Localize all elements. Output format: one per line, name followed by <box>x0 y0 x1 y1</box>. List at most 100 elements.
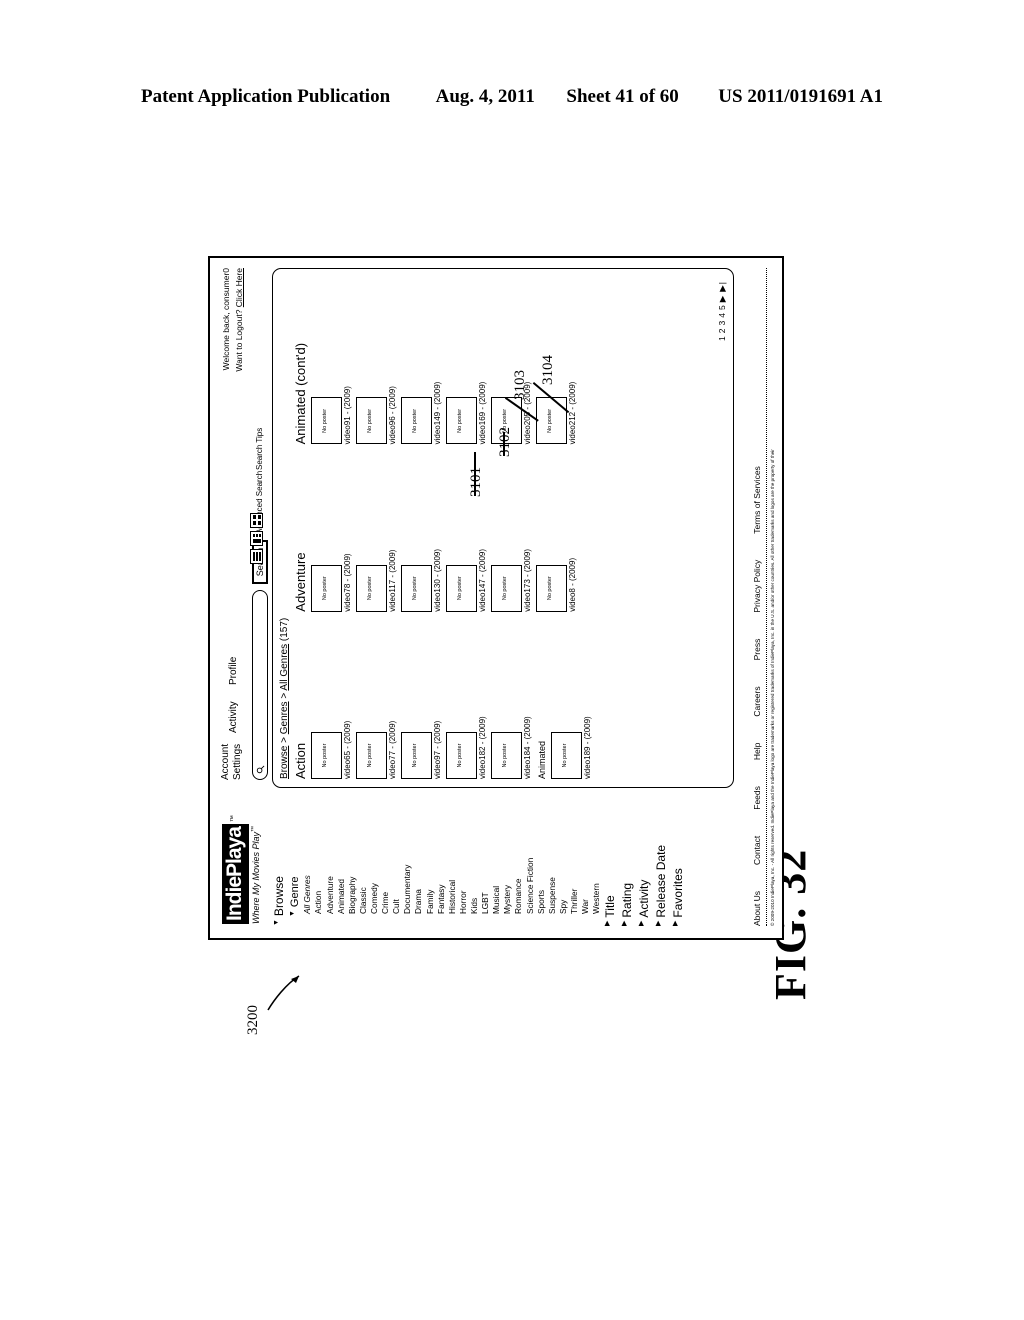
page-link-4[interactable]: 4 <box>717 312 727 318</box>
breadcrumb-all-genres[interactable]: All Genres <box>279 644 290 691</box>
video-title[interactable]: video77 - (2009) <box>388 618 397 779</box>
sidebar-genre-comedy[interactable]: Comedy <box>369 806 380 926</box>
video-poster[interactable]: No poster <box>491 564 523 612</box>
video-item[interactable]: No poster video96 - (2009) <box>356 283 397 445</box>
video-item[interactable]: No poster video173 - (2009) <box>491 450 532 612</box>
video-poster[interactable]: No poster <box>356 564 388 612</box>
last-page-button[interactable]: ▶| <box>717 281 727 292</box>
video-item[interactable]: No poster video182 - (2009) <box>446 618 487 779</box>
nav-profile[interactable]: Profile <box>228 657 239 685</box>
video-poster[interactable]: No poster <box>356 397 388 445</box>
video-title[interactable]: video130 - (2009) <box>433 450 442 612</box>
video-poster[interactable]: No poster <box>311 732 343 779</box>
sidebar-genre-adventure[interactable]: Adventure <box>325 806 336 926</box>
video-title[interactable]: video91 - (2009) <box>343 283 352 444</box>
video-poster[interactable]: No poster <box>446 397 478 445</box>
sidebar-genre-mystery[interactable]: Mystery <box>502 806 513 926</box>
page-link-1[interactable]: 1 <box>717 335 727 341</box>
video-item[interactable]: No poster video117 - (2009) <box>356 450 397 612</box>
sidebar-genre-romance[interactable]: Romance <box>513 806 524 926</box>
video-title[interactable]: video169 - (2009) <box>478 283 487 445</box>
video-poster[interactable]: No poster <box>551 732 583 779</box>
video-title[interactable]: video189 - (2009) <box>583 618 592 779</box>
video-poster[interactable]: No poster <box>401 732 433 779</box>
video-title[interactable]: video173 - (2009) <box>523 450 532 612</box>
list-view-icon[interactable] <box>250 549 263 564</box>
video-title[interactable]: video78 - (2009) <box>343 450 352 611</box>
video-item[interactable]: No poster video77 - (2009) <box>356 618 397 779</box>
sidebar-genre-sports[interactable]: Sports <box>536 806 547 926</box>
footer-link-press[interactable]: Press <box>752 639 762 661</box>
video-poster[interactable]: No poster <box>536 564 568 612</box>
sidebar-genre-documentary[interactable]: Documentary <box>402 806 413 926</box>
video-poster[interactable]: No poster <box>491 732 523 779</box>
footer-link-help[interactable]: Help <box>752 743 762 760</box>
page-link-5[interactable]: 5 <box>717 304 727 310</box>
video-title[interactable]: video97 - (2009) <box>433 618 442 779</box>
search-tips-link[interactable]: Search Tips <box>255 428 264 470</box>
video-item[interactable]: No poster video149 - (2009) <box>401 283 442 445</box>
footer-link-contact[interactable]: Contact <box>752 836 762 865</box>
video-poster[interactable]: No poster <box>356 732 388 779</box>
footer-link-terms-of-services[interactable]: Terms of Services <box>752 466 762 534</box>
video-title[interactable]: video182 - (2009) <box>478 618 487 779</box>
sidebar-section-activity[interactable]: ▶ Activity <box>637 806 653 926</box>
sidebar-section-title[interactable]: ▶ Title <box>603 806 619 926</box>
detail-view-icon[interactable] <box>250 531 263 546</box>
video-poster[interactable]: No poster <box>536 397 568 445</box>
footer-link-careers[interactable]: Careers <box>752 686 762 716</box>
video-item[interactable]: No poster video97 - (2009) <box>401 618 442 779</box>
video-poster[interactable]: No poster <box>401 397 433 445</box>
video-poster[interactable]: No poster <box>446 732 478 779</box>
video-title[interactable]: video117 - (2009) <box>388 450 397 612</box>
video-item[interactable]: No poster video91 - (2009) <box>311 283 352 445</box>
sidebar-genre-science-fiction[interactable]: Science Fiction <box>525 806 536 926</box>
video-title[interactable]: video184 - (2009) <box>523 618 532 779</box>
sidebar-genre-cult[interactable]: Cult <box>391 806 402 926</box>
video-title[interactable]: video96 - (2009) <box>388 283 397 444</box>
video-item[interactable]: No poster video78 - (2009) <box>311 450 352 612</box>
search-input[interactable] <box>252 590 268 780</box>
sidebar-genre-thriller[interactable]: Thriller <box>569 806 580 926</box>
video-poster[interactable]: No poster <box>311 564 343 612</box>
video-item[interactable]: No poster video189 - (2009) <box>551 618 592 779</box>
breadcrumb-genres[interactable]: Genres <box>279 701 290 734</box>
sidebar-browse[interactable]: ▼ Browse <box>272 806 288 926</box>
video-item[interactable]: No poster video8 - (2009) <box>536 450 577 612</box>
sidebar-genre-western[interactable]: Western <box>591 806 602 926</box>
video-title[interactable]: video65 - (2009) <box>343 618 352 779</box>
sidebar-genre-lgbt[interactable]: LGBT <box>480 806 491 926</box>
sidebar-genre-animated[interactable]: Animated <box>336 806 347 926</box>
logout-link[interactable]: Click Here <box>234 268 244 307</box>
next-page-button[interactable]: ▶ <box>717 295 727 303</box>
footer-link-about-us[interactable]: About Us <box>752 891 762 926</box>
sidebar-section-release-date[interactable]: ▶ Release Date <box>654 806 670 926</box>
sidebar-section-rating[interactable]: ▶ Rating <box>620 806 636 926</box>
sidebar-genre-kids[interactable]: Kids <box>469 806 480 926</box>
sidebar-genre-spy[interactable]: Spy <box>558 806 569 926</box>
video-poster[interactable]: No poster <box>446 564 478 612</box>
sidebar-genre-war[interactable]: War <box>580 806 591 926</box>
sidebar-genre-drama[interactable]: Drama <box>413 806 424 926</box>
sidebar-genre[interactable]: ▼ Genre <box>288 806 303 926</box>
footer-link-privacy-policy[interactable]: Privacy Policy <box>752 560 762 613</box>
sidebar-genre-musical[interactable]: Musical <box>491 806 502 926</box>
video-title[interactable]: video149 - (2009) <box>433 283 442 445</box>
sidebar-genre-horror[interactable]: Horror <box>458 806 469 926</box>
sidebar-genre-suspense[interactable]: Suspense <box>547 806 558 926</box>
nav-account-settings[interactable]: Account Settings <box>220 744 243 780</box>
video-title[interactable]: video205 - (2009) <box>523 283 532 445</box>
video-poster[interactable]: No poster <box>311 397 343 445</box>
page-link-2[interactable]: 2 <box>717 328 727 334</box>
video-item[interactable]: No poster video130 - (2009) <box>401 450 442 612</box>
footer-link-feeds[interactable]: Feeds <box>752 786 762 810</box>
sidebar-genre-action[interactable]: Action <box>313 806 324 926</box>
video-title[interactable]: video212 - (2009) <box>568 283 577 445</box>
video-item[interactable]: No postervideo205 - (2009) <box>491 283 532 445</box>
sidebar-genre-family[interactable]: Family <box>425 806 436 926</box>
sidebar-section-favorites[interactable]: ▶ Favorites <box>671 806 687 926</box>
grid-view-icon[interactable] <box>250 513 263 528</box>
sidebar-genre-biography[interactable]: Biography <box>347 806 358 926</box>
sidebar-genre-historical[interactable]: Historical <box>447 806 458 926</box>
sidebar-genre-all-genres[interactable]: All Genres <box>302 806 313 926</box>
